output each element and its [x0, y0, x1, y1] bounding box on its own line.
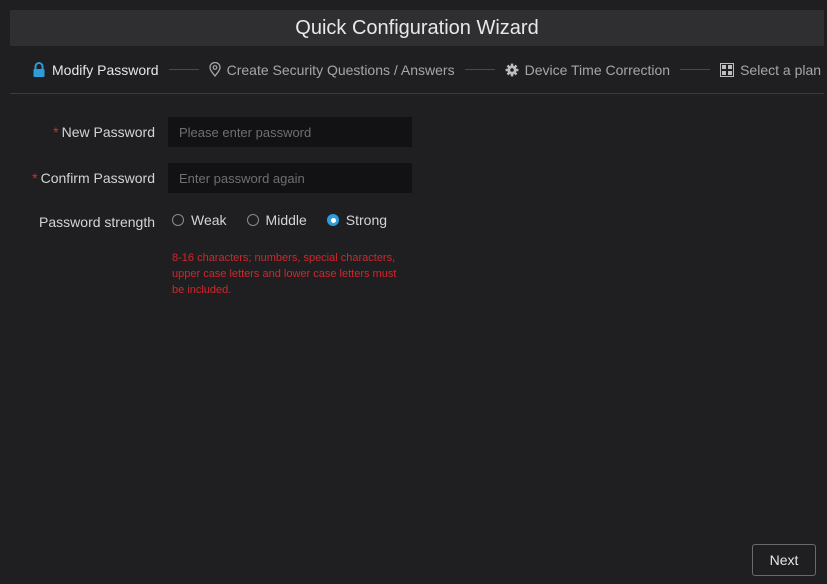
lock-icon	[32, 62, 46, 77]
password-rules-hint: 8-16 characters; numbers, special charac…	[172, 252, 397, 296]
step-label: Select a plan	[740, 61, 822, 78]
step-divider	[464, 69, 495, 70]
new-password-label: * New Password	[53, 124, 155, 140]
step-label: Modify Password	[52, 61, 159, 78]
radio-label: Weak	[191, 212, 227, 228]
password-strength-row: Password strength	[0, 212, 155, 232]
confirm-password-label: * Confirm Password	[32, 170, 155, 186]
grid-plan-icon	[720, 62, 735, 77]
radio-indicator	[246, 214, 259, 226]
location-pin-icon	[208, 62, 221, 77]
step-modify-password[interactable]: Modify Password	[32, 62, 159, 78]
wizard-steps: Modify Password Create Security Question…	[10, 46, 824, 94]
radio-label: Strong	[345, 212, 388, 228]
password-strength-options: Weak Middle Strong	[172, 212, 407, 228]
required-mark: *	[32, 170, 38, 186]
step-divider	[680, 69, 711, 70]
password-strength-label: Password strength	[39, 214, 155, 230]
new-password-field[interactable]	[168, 117, 412, 147]
gear-icon	[505, 63, 519, 77]
radio-indicator	[172, 214, 184, 226]
next-button[interactable]: Next	[752, 544, 816, 576]
confirm-password-row: * Confirm Password	[0, 163, 430, 193]
step-security-questions[interactable]: Create Security Questions / Answers	[208, 61, 455, 78]
step-label: Create Security Questions / Answers	[226, 61, 455, 78]
required-mark: *	[53, 124, 59, 140]
step-select-plan[interactable]: Select a plan	[720, 62, 821, 78]
radio-label: Middle	[265, 212, 307, 228]
step-divider	[168, 69, 199, 70]
confirm-password-field[interactable]	[168, 163, 412, 193]
new-password-row: * New Password	[0, 117, 430, 147]
strength-radio-middle[interactable]: Middle	[246, 212, 307, 228]
radio-indicator-selected	[326, 214, 339, 226]
strength-radio-strong[interactable]: Strong	[326, 212, 388, 228]
page-title: Quick Configuration Wizard	[295, 16, 539, 39]
step-device-time-correction[interactable]: Device Time Correction	[505, 61, 671, 78]
step-label: Device Time Correction	[524, 61, 671, 78]
strength-radio-weak[interactable]: Weak	[172, 212, 227, 228]
wizard-title-bar: Quick Configuration Wizard	[10, 10, 824, 46]
